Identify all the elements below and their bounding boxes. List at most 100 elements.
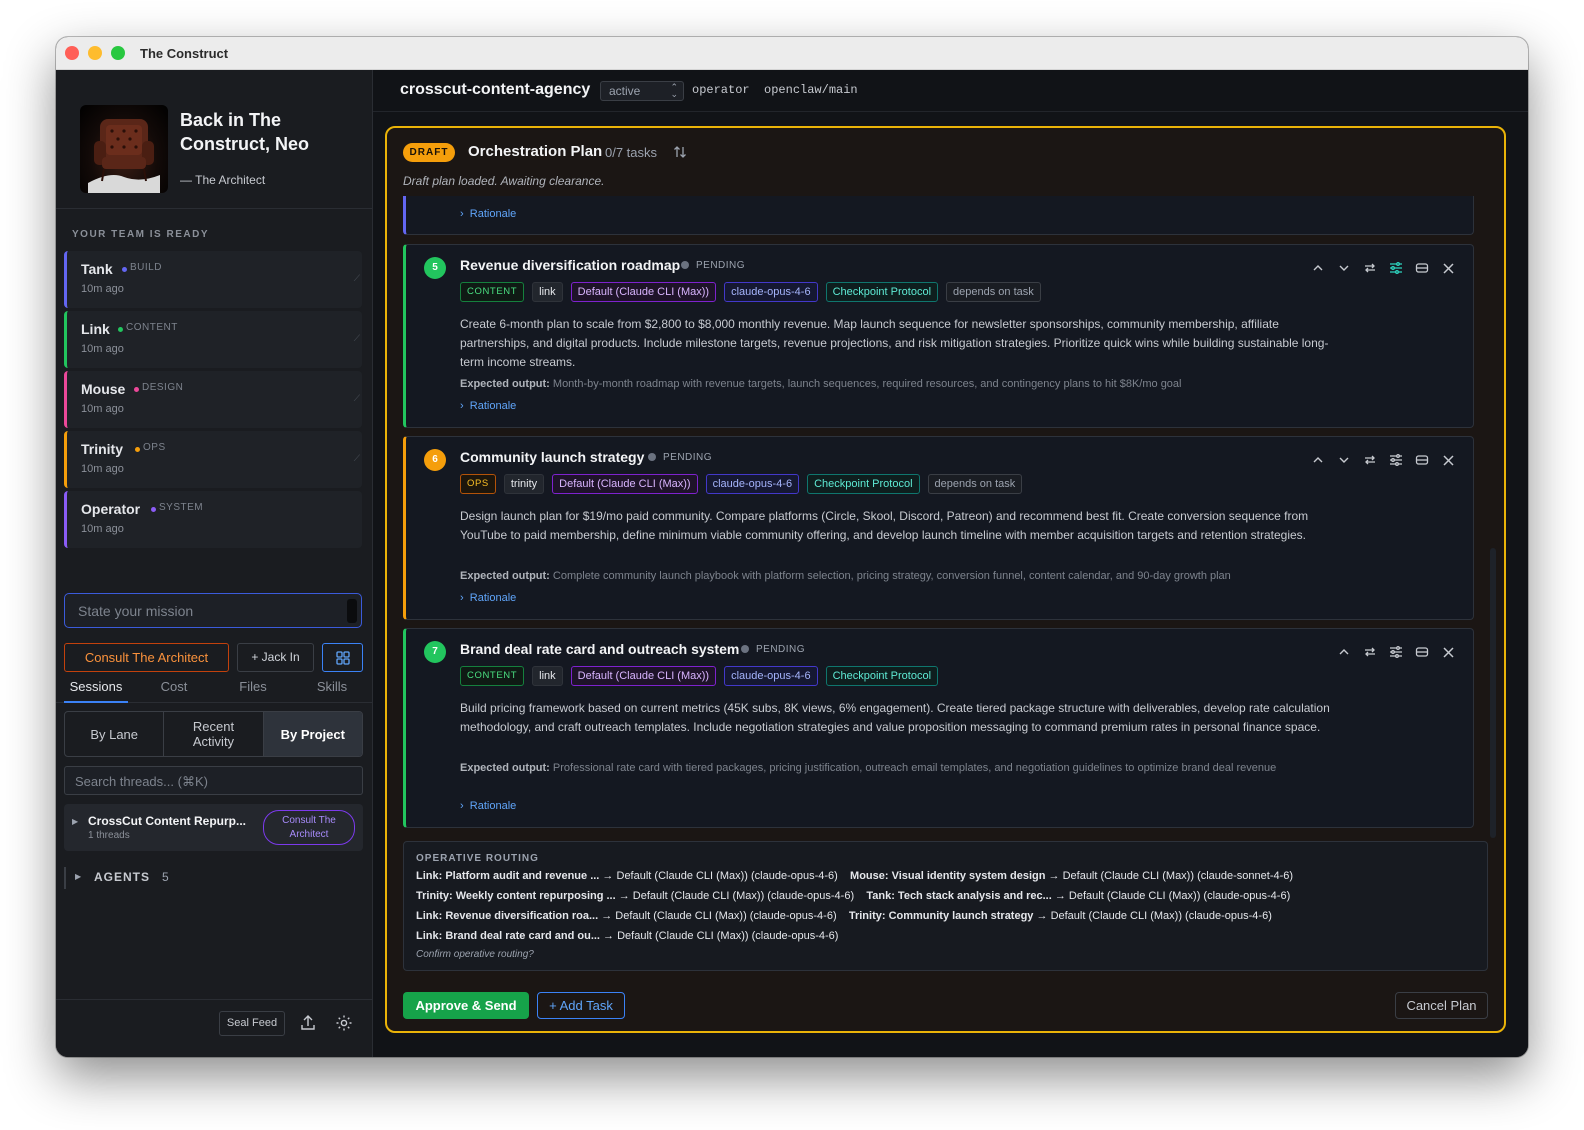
- seal-feed-button[interactable]: Seal Feed: [219, 1011, 285, 1036]
- input-scrollbar[interactable]: [347, 599, 357, 623]
- provider-tag[interactable]: Default (Claude CLI (Max)): [570, 282, 717, 302]
- project-row[interactable]: ▶ CrossCut Content Repurp... 1 threads C…: [64, 804, 363, 851]
- mission-input[interactable]: State your mission: [64, 593, 362, 628]
- rationale-toggle[interactable]: › Rationale: [460, 592, 516, 604]
- task-settings-button[interactable]: [1387, 259, 1405, 277]
- dependency-tag[interactable]: depends on task: [927, 474, 1023, 494]
- team-heading: YOUR TEAM IS READY: [72, 229, 210, 240]
- agent-name: Mouse: [81, 381, 126, 397]
- agents-section-toggle[interactable]: ▶ AGENTS 5: [64, 867, 363, 889]
- project-name: CrossCut Content Repurp...: [88, 814, 246, 828]
- grid-view-button[interactable]: [322, 643, 363, 672]
- model-tag[interactable]: claude-opus-4-6: [724, 282, 818, 302]
- sort-icon[interactable]: [672, 144, 688, 160]
- status-dot: [122, 267, 127, 272]
- cancel-plan-button[interactable]: Cancel Plan: [1395, 992, 1488, 1019]
- move-up-button[interactable]: [1309, 451, 1327, 469]
- dependency-tag[interactable]: depends on task: [946, 282, 1041, 302]
- minimize-window-button[interactable]: [88, 46, 102, 60]
- status-select[interactable]: active ⌃ ⌄: [600, 81, 684, 101]
- rationale-label: Rationale: [469, 208, 517, 220]
- agent-card-trinity[interactable]: Trinity OPS 10m ago ⟋: [64, 431, 362, 488]
- tab-files[interactable]: Files: [231, 679, 275, 703]
- agent-role: BUILD: [130, 262, 162, 273]
- agent-last-active: 10m ago: [81, 343, 124, 355]
- expected-label: Expected output:: [460, 762, 550, 774]
- reassign-button[interactable]: [1361, 259, 1379, 277]
- archive-button[interactable]: [1413, 643, 1431, 661]
- protocol-tag[interactable]: Checkpoint Protocol: [825, 666, 939, 686]
- remove-task-button[interactable]: [1439, 259, 1457, 277]
- grid-icon: [335, 650, 350, 665]
- approve-send-button[interactable]: Approve & Send: [403, 992, 529, 1019]
- task-status: PENDING: [648, 452, 712, 463]
- upload-icon[interactable]: [299, 1014, 317, 1032]
- jack-in-button[interactable]: + Jack In: [237, 643, 314, 672]
- project-header: crosscut-content-agency active ⌃ ⌄ operat…: [373, 70, 1528, 112]
- app-window: The Construct Back in The Construct, Neo…: [56, 37, 1528, 1057]
- agent-tag[interactable]: link: [532, 282, 563, 302]
- move-up-button[interactable]: [1335, 643, 1353, 661]
- task-settings-button[interactable]: [1387, 643, 1405, 661]
- move-down-button[interactable]: [1335, 451, 1353, 469]
- plan-title: Orchestration Plan: [468, 143, 603, 160]
- move-up-button[interactable]: [1309, 259, 1327, 277]
- plan-status-message: Draft plan loaded. Awaiting clearance.: [403, 174, 605, 188]
- routing-target: Default (Claude CLI (Max)) (claude-opus-…: [617, 930, 839, 942]
- archive-button[interactable]: [1413, 259, 1431, 277]
- add-task-button[interactable]: + Add Task: [537, 992, 625, 1019]
- task-status: PENDING: [681, 260, 745, 271]
- remove-task-button[interactable]: [1439, 451, 1457, 469]
- reassign-button[interactable]: [1361, 451, 1379, 469]
- protocol-tag[interactable]: Checkpoint Protocol: [807, 474, 920, 494]
- model-tag[interactable]: claude-opus-4-6: [705, 474, 800, 494]
- agent-card-operator[interactable]: Operator SYSTEM 10m ago: [64, 491, 362, 548]
- view-by-project[interactable]: By Project: [263, 712, 362, 756]
- close-icon: [1442, 262, 1454, 274]
- consult-architect-button[interactable]: Consult The Architect: [64, 643, 229, 672]
- agent-card-mouse[interactable]: Mouse DESIGN 10m ago ⟋: [64, 371, 362, 428]
- agent-tag[interactable]: trinity: [503, 474, 545, 494]
- archive-button[interactable]: [1413, 451, 1431, 469]
- agent-card-tank[interactable]: Tank BUILD 10m ago ⟋: [64, 251, 362, 308]
- zoom-window-button[interactable]: [111, 46, 125, 60]
- plan-scrollbar[interactable]: [1490, 548, 1496, 838]
- close-window-button[interactable]: [65, 46, 79, 60]
- sidebar-footer: Seal Feed: [56, 999, 373, 1057]
- tab-cost[interactable]: Cost: [152, 679, 196, 703]
- hero: Back in The Construct, Neo — The Archite…: [56, 70, 373, 209]
- chevron-up-icon: [1339, 649, 1349, 655]
- provider-tag[interactable]: Default (Claude CLI (Max)): [570, 666, 717, 686]
- tab-sessions[interactable]: Sessions: [64, 679, 128, 703]
- expand-arrow-icon[interactable]: ▶: [72, 817, 78, 826]
- rationale-toggle[interactable]: › Rationale: [460, 400, 516, 412]
- welcome-subtitle: — The Architect: [180, 173, 266, 187]
- move-down-button[interactable]: [1335, 259, 1353, 277]
- thread-search-input[interactable]: Search threads... (⌘K): [64, 766, 363, 795]
- plan-task-count: 0/7 tasks: [605, 145, 658, 160]
- reassign-button[interactable]: [1361, 643, 1379, 661]
- draft-badge: DRAFT: [403, 143, 455, 162]
- model-tag[interactable]: claude-opus-4-6: [724, 666, 818, 686]
- agent-card-link[interactable]: Link CONTENT 10m ago ⟋: [64, 311, 362, 368]
- agent-name: Link: [81, 321, 110, 337]
- agent-name: Operator: [81, 501, 141, 517]
- view-by-lane[interactable]: By Lane: [65, 712, 165, 756]
- settings-gear-icon[interactable]: [335, 1014, 353, 1032]
- provider-tag[interactable]: Default (Claude CLI (Max)): [552, 474, 698, 494]
- routing-target: Default (Claude CLI (Max)) (claude-sonne…: [1062, 870, 1294, 882]
- project-consult-button[interactable]: Consult The Architect: [263, 810, 355, 845]
- tab-skills[interactable]: Skills: [310, 679, 354, 703]
- task-card-7: 7 Brand deal rate card and outreach syst…: [403, 628, 1474, 828]
- task-card-5: 5 Revenue diversification roadmap PENDIN…: [403, 244, 1474, 428]
- view-recent-activity[interactable]: Recent Activity: [164, 712, 264, 756]
- rationale-toggle[interactable]: › Rationale: [460, 208, 516, 220]
- task-settings-button[interactable]: [1387, 451, 1405, 469]
- remove-task-button[interactable]: [1439, 643, 1457, 661]
- agent-tag[interactable]: link: [532, 666, 563, 686]
- protocol-tag[interactable]: Checkpoint Protocol: [825, 282, 939, 302]
- task-card-partial: › Rationale: [403, 196, 1474, 235]
- rationale-toggle[interactable]: › Rationale: [460, 800, 516, 812]
- task-title: Brand deal rate card and outreach system: [460, 641, 740, 657]
- resize-handle-icon: ⟋: [353, 273, 360, 283]
